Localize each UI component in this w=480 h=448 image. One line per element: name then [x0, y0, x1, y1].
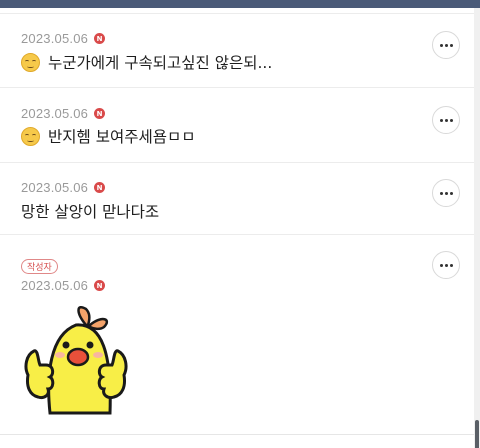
more-dots-icon: [439, 191, 443, 195]
new-badge: N: [94, 182, 106, 193]
comment-item: 2023.05.06 N 망한 살앙이 맏나다조: [0, 163, 474, 235]
comment-text: 반지헴 보여주세욤ㅁㅁ: [21, 125, 196, 147]
comment-date: 2023.05.06: [21, 31, 89, 46]
comment-meta: 2023.05.06 N: [21, 278, 106, 293]
comment-meta: 2023.05.06 N: [21, 180, 106, 195]
author-tag: 작성자: [21, 259, 58, 274]
more-dots-icon: [439, 118, 443, 122]
comment-text: 망한 살앙이 맏나다조: [21, 200, 159, 222]
comment-date: 2023.05.06: [21, 180, 89, 195]
more-options-button[interactable]: [432, 179, 460, 207]
comment-item: 작성자 2023.05.06 N: [0, 235, 474, 435]
comment-meta: 2023.05.06 N: [21, 31, 106, 46]
comment-date: 2023.05.06: [21, 278, 89, 293]
comment-body: 누군가에게 구속되고싶진 않은되...: [48, 54, 273, 72]
more-options-button[interactable]: [432, 106, 460, 134]
relieved-emoji-icon: [21, 126, 40, 146]
scrollbar[interactable]: [474, 8, 480, 448]
comment-body: 망한 살앙이 맏나다조: [21, 203, 160, 221]
more-dots-icon: [439, 43, 443, 47]
more-options-button[interactable]: [432, 31, 460, 59]
comment-item: 2023.05.06 N 누군가에게 구속되고싶진 않은되...: [0, 13, 474, 88]
comment-body: 반지헴 보여주세욤ㅁㅁ: [48, 128, 196, 146]
comment-meta: 2023.05.06 N: [21, 106, 106, 121]
more-options-button[interactable]: [432, 251, 460, 279]
chick-thumbs-up-sticker: [24, 306, 128, 415]
new-badge: N: [94, 108, 106, 119]
comment-text: 누군가에게 구속되고싶진 않은되...: [21, 51, 272, 73]
new-badge: N: [94, 280, 106, 291]
scrollbar-thumb[interactable]: [475, 420, 479, 448]
more-dots-icon: [439, 263, 443, 267]
comment-date: 2023.05.06: [21, 106, 89, 121]
comment-item: 2023.05.06 N 반지헴 보여주세욤ㅁㅁ: [0, 88, 474, 163]
new-badge: N: [94, 33, 106, 44]
top-app-bar: [0, 0, 480, 8]
relieved-emoji-icon: [21, 52, 40, 72]
